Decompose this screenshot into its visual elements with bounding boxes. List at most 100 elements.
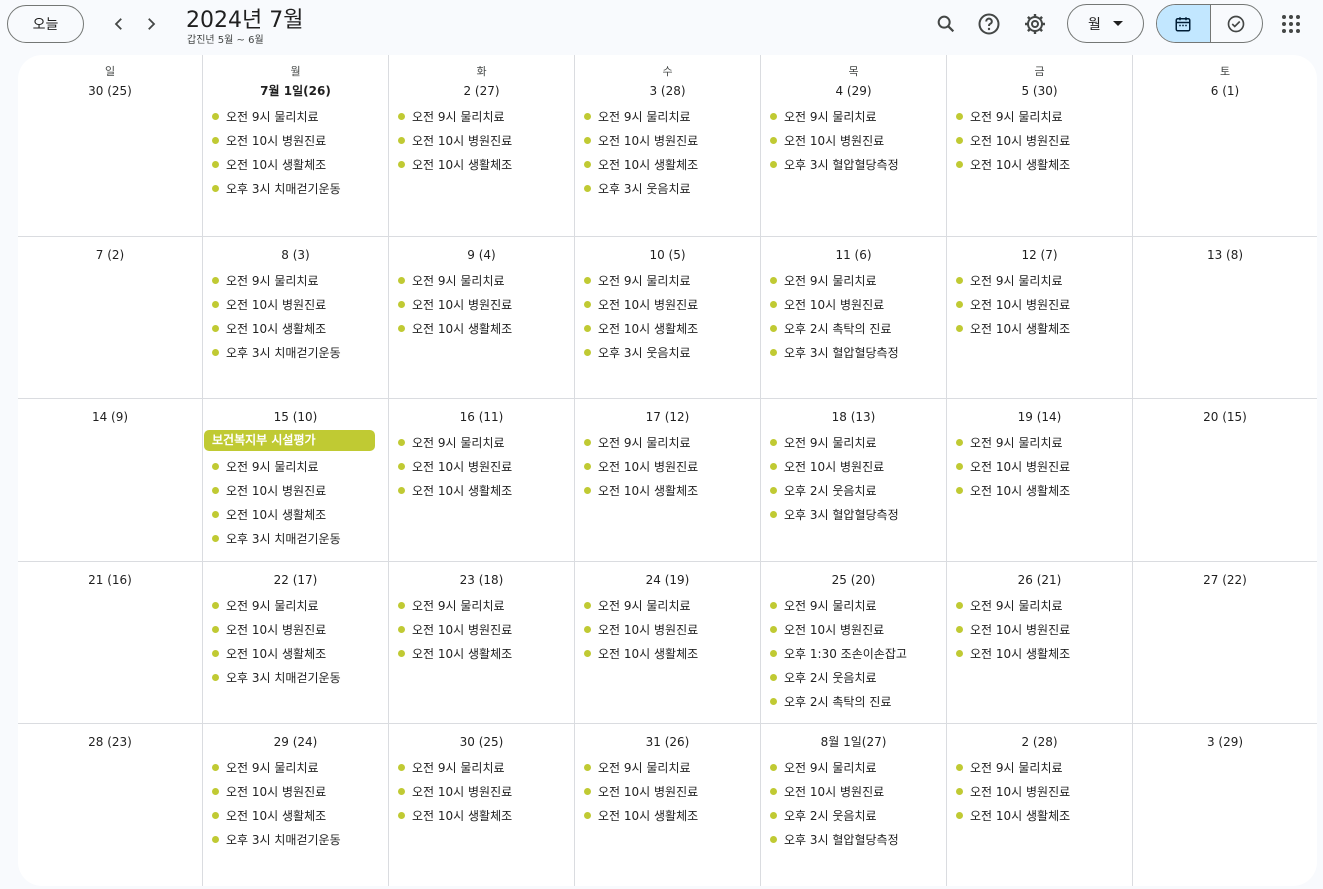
- event-chip[interactable]: 오전 10시 생활체조: [398, 641, 568, 665]
- day-number[interactable]: 7 (2): [18, 246, 202, 264]
- event-chip[interactable]: 오전 9시 물리치료: [212, 104, 382, 128]
- event-chip[interactable]: 오전 10시 생활체조: [584, 152, 754, 176]
- event-chip[interactable]: 오후 2시 촉탁의 진료: [770, 689, 940, 713]
- day-cell[interactable]: 10 (5) 오전 9시 물리치료 오전 10시 병원진료 오전 10시 생활체조 오후…: [575, 237, 761, 399]
- event-chip[interactable]: 오후 3시 웃음치료: [584, 340, 754, 364]
- event-chip[interactable]: 오후 3시 혈압혈당측정: [770, 502, 940, 526]
- day-number[interactable]: 25 (20): [761, 571, 946, 589]
- event-chip[interactable]: 오후 2시 촉탁의 진료: [770, 316, 940, 340]
- day-number[interactable]: 18 (13): [761, 408, 946, 426]
- day-cell[interactable]: 18 (13) 오전 9시 물리치료 오전 10시 병원진료 오후 2시 웃음치료 오후…: [761, 399, 947, 562]
- event-chip[interactable]: 오전 10시 생활체조: [212, 152, 382, 176]
- day-number[interactable]: 27 (22): [1133, 571, 1317, 589]
- day-number[interactable]: 2 (27): [389, 82, 574, 100]
- next-month-button[interactable]: [137, 10, 165, 38]
- event-chip[interactable]: 오전 9시 물리치료: [770, 430, 940, 454]
- event-chip[interactable]: 오전 9시 물리치료: [584, 593, 754, 617]
- event-chip[interactable]: 오전 9시 물리치료: [770, 593, 940, 617]
- event-chip[interactable]: 오후 3시 혈압혈당측정: [770, 340, 940, 364]
- day-number[interactable]: 26 (21): [947, 571, 1132, 589]
- event-chip[interactable]: 오전 9시 물리치료: [956, 593, 1126, 617]
- event-chip[interactable]: 오후 2시 웃음치료: [770, 665, 940, 689]
- event-chip[interactable]: 오전 10시 생활체조: [584, 803, 754, 827]
- event-chip[interactable]: 오전 10시 병원진료: [398, 617, 568, 641]
- event-chip[interactable]: 오전 9시 물리치료: [398, 430, 568, 454]
- event-chip[interactable]: 오전 10시 병원진료: [956, 617, 1126, 641]
- event-chip[interactable]: 오전 10시 병원진료: [956, 128, 1126, 152]
- day-cell[interactable]: 금 5 (30) 오전 9시 물리치료 오전 10시 병원진료 오전 10시 생활체조: [947, 55, 1133, 237]
- day-cell[interactable]: 16 (11) 오전 9시 물리치료 오전 10시 병원진료 오전 10시 생활체조: [389, 399, 575, 562]
- day-cell[interactable]: 목 4 (29) 오전 9시 물리치료 오전 10시 병원진료 오후 3시 혈압혈당측정: [761, 55, 947, 237]
- event-chip[interactable]: 오전 10시 생활체조: [584, 478, 754, 502]
- day-number[interactable]: 11 (6): [761, 246, 946, 264]
- event-chip[interactable]: 오전 10시 병원진료: [956, 292, 1126, 316]
- day-cell[interactable]: 14 (9): [18, 399, 203, 562]
- event-chip[interactable]: 오전 9시 물리치료: [956, 104, 1126, 128]
- event-chip[interactable]: 오후 3시 치매걷기운동: [212, 176, 382, 200]
- event-chip[interactable]: 오전 10시 병원진료: [212, 128, 382, 152]
- event-chip[interactable]: 오전 10시 생활체조: [203, 502, 382, 526]
- event-chip[interactable]: 오후 3시 치매걷기운동: [203, 526, 382, 550]
- event-chip[interactable]: 오전 10시 생활체조: [956, 478, 1126, 502]
- calendar-view-toggle[interactable]: [1157, 5, 1210, 42]
- search-button[interactable]: [931, 9, 961, 39]
- event-chip[interactable]: 오전 9시 물리치료: [584, 755, 754, 779]
- day-number[interactable]: 16 (11): [389, 408, 574, 426]
- event-chip[interactable]: 오전 9시 물리치료: [212, 593, 382, 617]
- event-chip[interactable]: 오후 1:30 조손이손잡고: [770, 641, 940, 665]
- day-cell[interactable]: 7 (2): [18, 237, 203, 399]
- day-number[interactable]: 24 (19): [575, 571, 760, 589]
- event-chip[interactable]: 오전 9시 물리치료: [212, 755, 382, 779]
- day-cell[interactable]: 토 6 (1): [1133, 55, 1317, 237]
- apps-button[interactable]: [1276, 9, 1306, 39]
- event-chip[interactable]: 오전 10시 생활체조: [398, 152, 568, 176]
- event-chip[interactable]: 오전 10시 병원진료: [398, 128, 568, 152]
- event-chip[interactable]: 오전 10시 병원진료: [770, 454, 940, 478]
- event-chip[interactable]: 오후 3시 혈압혈당측정: [770, 152, 940, 176]
- day-number[interactable]: 30 (25): [389, 733, 574, 751]
- day-number[interactable]: 30 (25): [18, 82, 202, 100]
- event-chip[interactable]: 오전 9시 물리치료: [956, 430, 1126, 454]
- tasks-view-toggle[interactable]: [1209, 5, 1263, 42]
- event-chip[interactable]: 오전 10시 병원진료: [398, 292, 568, 316]
- day-cell[interactable]: 일 30 (25): [18, 55, 203, 237]
- day-cell[interactable]: 30 (25) 오전 9시 물리치료 오전 10시 병원진료 오전 10시 생활체조: [389, 724, 575, 886]
- day-cell[interactable]: 22 (17) 오전 9시 물리치료 오전 10시 병원진료 오전 10시 생활체조 오…: [203, 562, 389, 724]
- day-cell[interactable]: 27 (22): [1133, 562, 1317, 724]
- day-number[interactable]: 22 (17): [203, 571, 388, 589]
- day-number[interactable]: 31 (26): [575, 733, 760, 751]
- day-cell[interactable]: 2 (28) 오전 9시 물리치료 오전 10시 병원진료 오전 10시 생활체조: [947, 724, 1133, 886]
- day-number[interactable]: 23 (18): [389, 571, 574, 589]
- day-cell[interactable]: 25 (20) 오전 9시 물리치료 오전 10시 병원진료 오후 1:30 조손이손…: [761, 562, 947, 724]
- event-chip[interactable]: 오전 9시 물리치료: [398, 755, 568, 779]
- day-cell[interactable]: 3 (29): [1133, 724, 1317, 886]
- day-cell[interactable]: 17 (12) 오전 9시 물리치료 오전 10시 병원진료 오전 10시 생활체조: [575, 399, 761, 562]
- day-cell[interactable]: 12 (7) 오전 9시 물리치료 오전 10시 병원진료 오전 10시 생활체조: [947, 237, 1133, 399]
- help-button[interactable]: [974, 9, 1004, 39]
- day-number[interactable]: 9 (4): [389, 246, 574, 264]
- event-chip[interactable]: 오전 9시 물리치료: [770, 755, 940, 779]
- day-number[interactable]: 13 (8): [1133, 246, 1317, 264]
- day-number[interactable]: 6 (1): [1133, 82, 1317, 100]
- day-number[interactable]: 17 (12): [575, 408, 760, 426]
- event-chip[interactable]: 오후 3시 치매걷기운동: [212, 340, 382, 364]
- event-chip[interactable]: 오전 10시 병원진료: [212, 292, 382, 316]
- event-chip[interactable]: 오전 10시 생활체조: [398, 803, 568, 827]
- event-chip[interactable]: 오전 9시 물리치료: [770, 268, 940, 292]
- event-chip[interactable]: 오전 10시 생활체조: [212, 803, 382, 827]
- day-cell[interactable]: 28 (23): [18, 724, 203, 886]
- event-chip[interactable]: 오후 2시 웃음치료: [770, 478, 940, 502]
- day-number[interactable]: 4 (29): [761, 82, 946, 100]
- event-chip[interactable]: 오후 2시 웃음치료: [770, 803, 940, 827]
- event-chip[interactable]: 오전 9시 물리치료: [584, 104, 754, 128]
- event-chip[interactable]: 오전 10시 병원진료: [770, 779, 940, 803]
- day-cell[interactable]: 31 (26) 오전 9시 물리치료 오전 10시 병원진료 오전 10시 생활체조: [575, 724, 761, 886]
- day-number[interactable]: 21 (16): [18, 571, 202, 589]
- day-number[interactable]: 14 (9): [18, 408, 202, 426]
- day-cell[interactable]: 21 (16): [18, 562, 203, 724]
- event-chip[interactable]: 오전 10시 생활체조: [956, 152, 1126, 176]
- day-cell[interactable]: 화 2 (27) 오전 9시 물리치료 오전 10시 병원진료 오전 10시 생활체조: [389, 55, 575, 237]
- event-chip[interactable]: 오전 10시 병원진료: [398, 779, 568, 803]
- all-day-event[interactable]: 보건복지부 시설평가: [204, 430, 375, 451]
- event-chip[interactable]: 오전 9시 물리치료: [956, 755, 1126, 779]
